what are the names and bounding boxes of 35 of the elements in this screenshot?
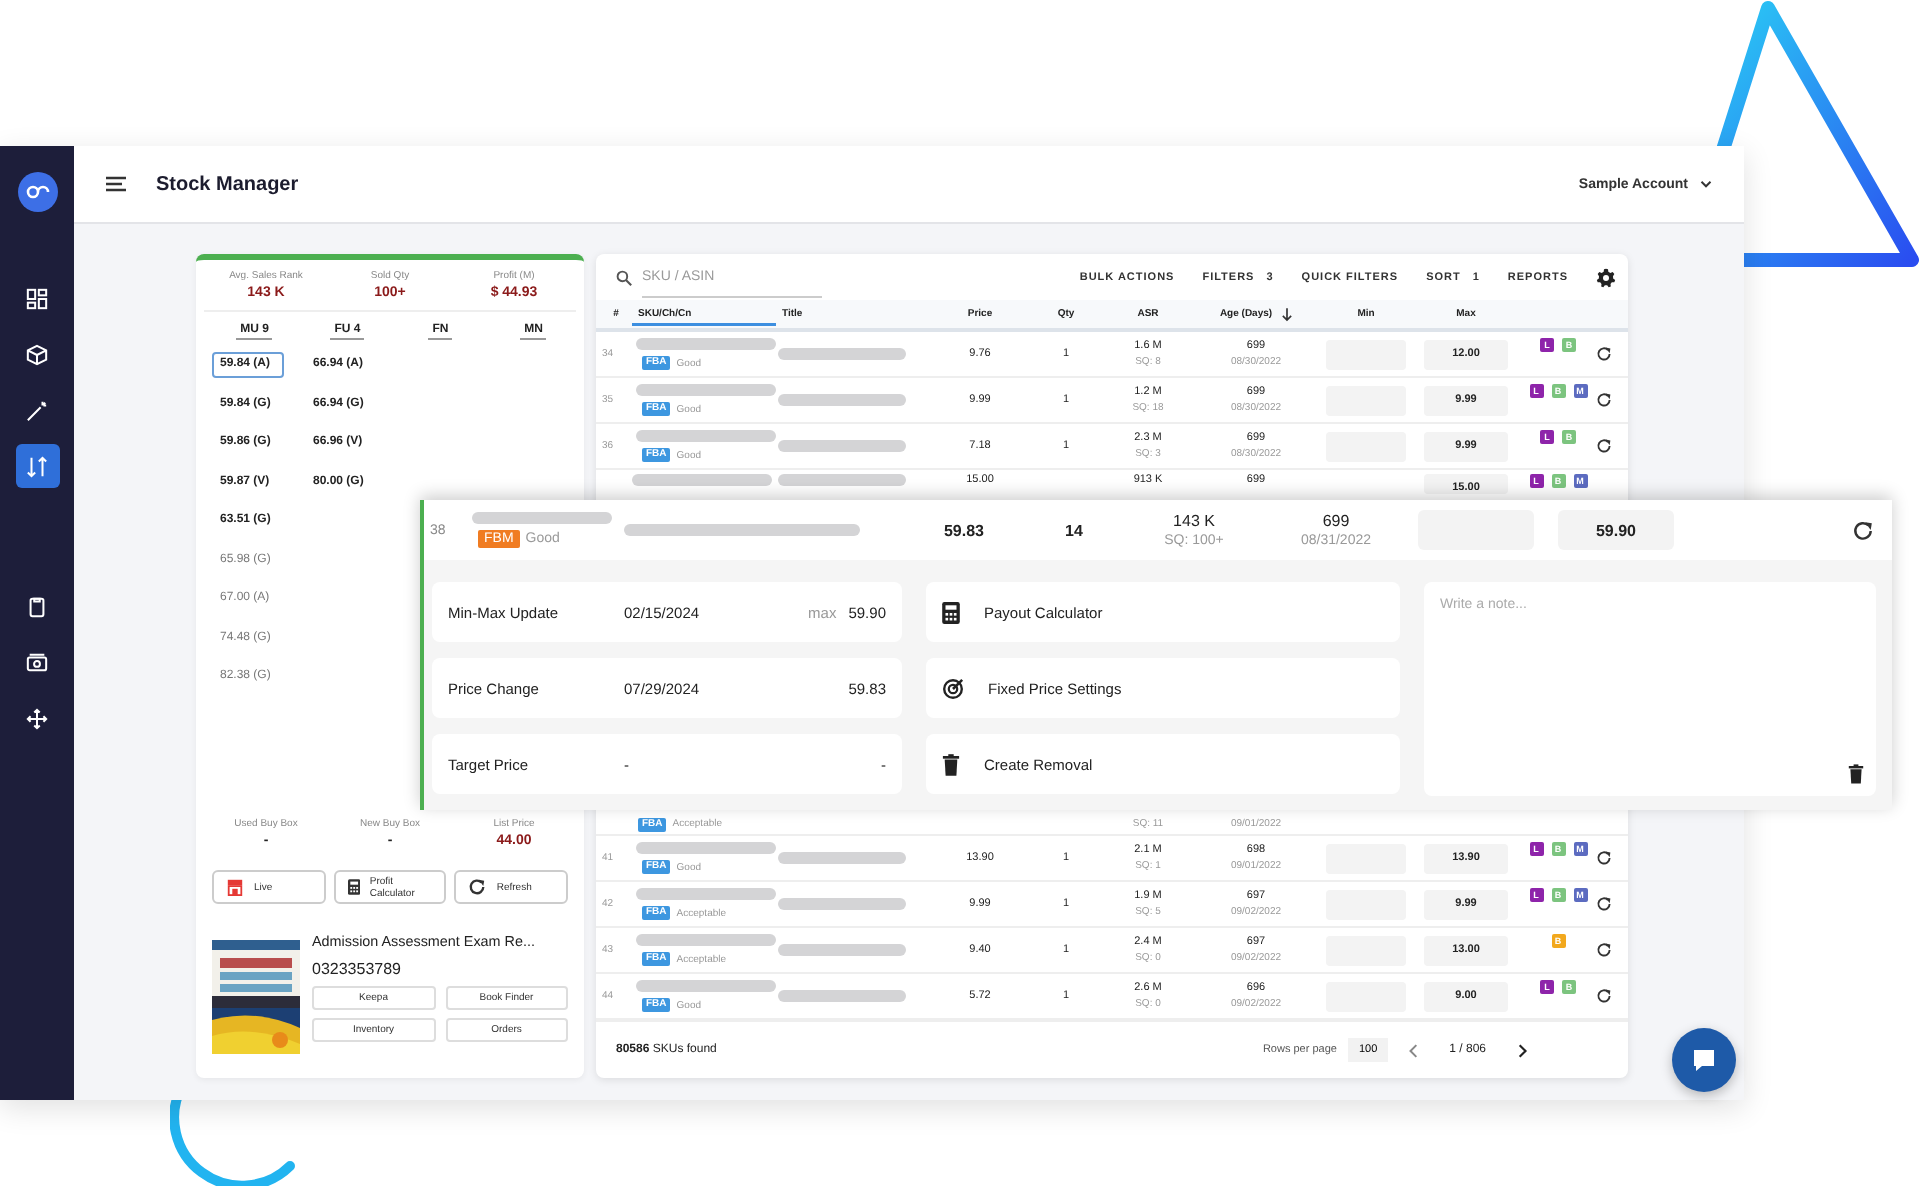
sort-icon[interactable]	[15, 444, 59, 488]
calculator-icon	[942, 601, 960, 623]
product-isbn: 0323353789	[312, 960, 403, 978]
redacted-bar	[778, 474, 906, 486]
next-page-icon[interactable]	[1518, 1043, 1528, 1057]
sort-arrow-icon	[1282, 307, 1293, 321]
refresh-icon[interactable]	[1596, 988, 1612, 1004]
target-icon	[942, 677, 964, 699]
trash-icon[interactable]	[1848, 764, 1864, 784]
refresh-icon[interactable]	[1596, 896, 1612, 912]
refresh-icon[interactable]	[1596, 392, 1612, 408]
refresh-icon[interactable]	[1596, 850, 1612, 866]
logo-icon	[17, 172, 57, 212]
price-cell-text: 59.83	[941, 521, 987, 539]
settings-icon[interactable]	[1596, 267, 1616, 287]
qty-cell-text: 14	[1063, 521, 1085, 539]
refresh-icon	[468, 878, 487, 896]
redacted-bar	[632, 474, 772, 486]
refresh-icon[interactable]	[1851, 519, 1873, 541]
chat-icon	[1690, 1046, 1718, 1074]
max-field[interactable]: 59.90	[1558, 510, 1674, 550]
refresh-icon[interactable]	[1596, 942, 1612, 958]
rank-cell: 143 K	[1173, 512, 1215, 530]
previous-page-icon[interactable]	[1407, 1043, 1418, 1057]
trash-icon	[942, 753, 960, 775]
redacted-bar	[472, 512, 612, 524]
menu-icon[interactable]	[106, 176, 126, 192]
refresh-icon[interactable]	[1596, 346, 1612, 362]
page-title: Stock Manager	[156, 173, 299, 195]
store-icon	[226, 878, 244, 896]
refresh-icon[interactable]	[1596, 438, 1612, 454]
age-cell: 699	[1322, 512, 1350, 530]
calculator-icon	[347, 878, 360, 896]
chevron-icon	[1700, 180, 1712, 188]
search-icon	[616, 269, 632, 285]
